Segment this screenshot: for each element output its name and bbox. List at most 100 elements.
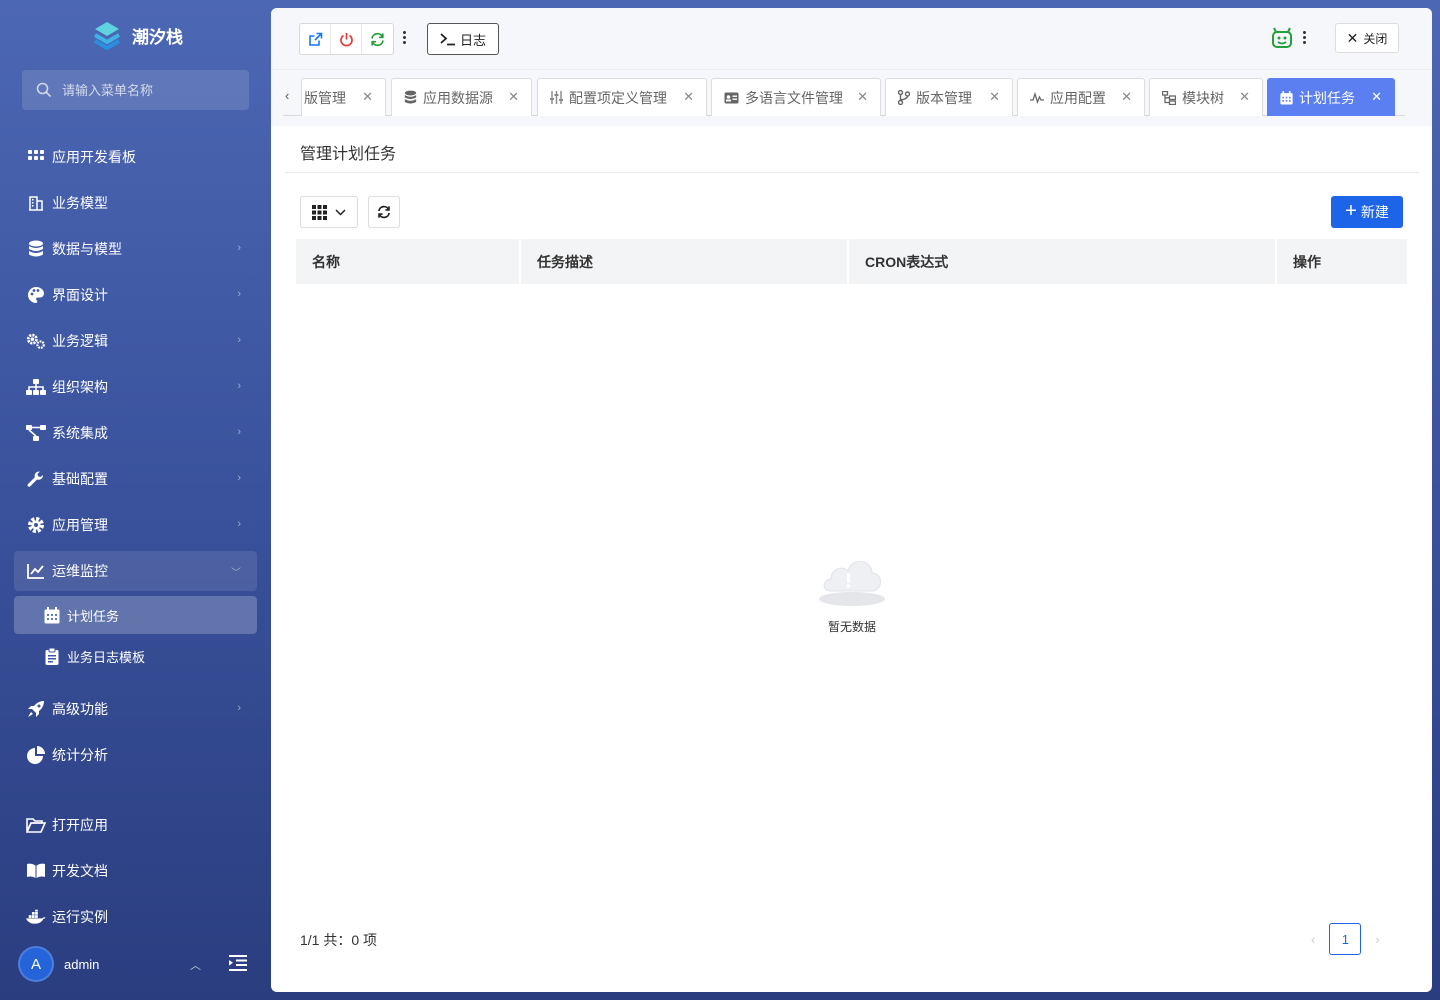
sidebar-item-dev-docs[interactable]: 开发文档 — [14, 851, 257, 891]
chevron-left-icon[interactable]: ‹ — [285, 88, 289, 103]
chevron-right-icon: › — [237, 702, 241, 714]
wrench-icon — [26, 469, 46, 489]
refresh-button[interactable] — [368, 196, 400, 228]
column-header-description[interactable]: 任务描述 — [521, 239, 849, 284]
database-icon — [404, 90, 417, 105]
sidebar-item-organization[interactable]: 组织架构 › — [14, 367, 257, 407]
next-page-icon[interactable]: › — [1375, 932, 1379, 947]
sidebar-item-label: 开发文档 — [52, 863, 108, 879]
sidebar-item-statistics[interactable]: 统计分析 — [14, 735, 257, 775]
sidebar-subitem-business-log-template[interactable]: 业务日志模板 — [14, 637, 257, 675]
column-settings-dropdown[interactable] — [300, 196, 358, 228]
tab-app-datasource[interactable]: 应用数据源 ✕ — [391, 78, 532, 116]
tab-label: 多语言文件管理 — [745, 89, 843, 106]
tree-icon — [1162, 90, 1176, 105]
close-icon[interactable]: ✕ — [508, 89, 519, 105]
grid-icon — [26, 147, 46, 167]
sidebar-item-label: 组织架构 — [52, 379, 108, 395]
sidebar-item-ops-monitoring[interactable]: 运维监控 ﹀ — [14, 551, 257, 591]
column-header-actions[interactable]: 操作 — [1277, 239, 1407, 284]
sidebar-item-data-model[interactable]: 数据与模型 › — [14, 229, 257, 269]
tab-label: 配置项定义管理 — [569, 89, 667, 106]
gear-icon — [26, 515, 46, 535]
refresh-icon — [378, 205, 390, 219]
menu-search-input[interactable] — [62, 82, 242, 98]
close-icon[interactable]: ✕ — [1121, 89, 1132, 105]
column-header-cron[interactable]: CRON表达式 — [849, 239, 1277, 284]
sidebar-item-business-logic[interactable]: 业务逻辑 › — [14, 321, 257, 361]
close-icon[interactable]: ✕ — [1371, 89, 1382, 105]
id-card-icon — [724, 92, 739, 104]
sidebar-item-app-management[interactable]: 应用管理 › — [14, 505, 257, 545]
sidebar-subitem-scheduled-tasks[interactable]: 计划任务 — [14, 596, 257, 634]
main-panel: 日志 ✕ 关闭 ‹ 版管理 ✕ 应用数据源 ✕ 配置项定义管理 ✕ 多语言文件管… — [271, 8, 1432, 992]
open-external-button[interactable] — [300, 24, 331, 54]
sidebar-item-label: 运行实例 — [52, 909, 108, 925]
close-icon[interactable]: ✕ — [989, 89, 1000, 105]
close-icon[interactable]: ✕ — [362, 89, 373, 105]
sidebar-item-system-integration[interactable]: 系统集成 › — [14, 413, 257, 453]
more-options-icon[interactable] — [1299, 31, 1309, 44]
close-icon[interactable]: ✕ — [683, 89, 694, 105]
power-button[interactable] — [331, 24, 362, 54]
sidebar-item-advanced[interactable]: 高级功能 › — [14, 689, 257, 729]
tab-i18n-files[interactable]: 多语言文件管理 ✕ — [711, 78, 881, 116]
chart-line-icon — [26, 561, 46, 581]
tab-version-management[interactable]: 版本管理 ✕ — [885, 78, 1013, 116]
chevron-right-icon: › — [237, 426, 241, 438]
chevron-down-icon: ﹀ — [231, 568, 241, 579]
table-header: 名称 任务描述 CRON表达式 操作 — [296, 239, 1407, 284]
sidebar-item-label: 基础配置 — [52, 471, 108, 487]
menu-search[interactable] — [22, 70, 249, 110]
page-number-button[interactable]: 1 — [1329, 923, 1362, 955]
column-header-name[interactable]: 名称 — [296, 239, 521, 284]
sidebar-item-business-model[interactable]: 业务模型 — [14, 183, 257, 223]
sidebar-item-label: 数据与模型 — [52, 241, 122, 257]
folder-open-icon — [26, 815, 46, 835]
app-name: 潮汐栈 — [132, 27, 183, 47]
collapse-sidebar-icon[interactable] — [229, 955, 247, 976]
record-count: 1/1 共：0 项 — [300, 932, 378, 948]
app-logo[interactable]: 潮汐栈 — [90, 18, 183, 52]
sidebar-item-app-dashboard[interactable]: 应用开发看板 — [14, 137, 257, 177]
grid-icon — [312, 204, 327, 220]
chevron-up-icon[interactable]: ︿ — [190, 957, 201, 973]
tab-scheduled-tasks[interactable]: 计划任务 ✕ — [1267, 78, 1395, 116]
chevron-right-icon: › — [237, 518, 241, 530]
integration-icon — [26, 423, 46, 443]
sync-icon — [371, 32, 384, 46]
tab-module-tree[interactable]: 模块树 ✕ — [1149, 78, 1263, 116]
external-link-icon — [308, 32, 322, 46]
sidebar-item-label: 系统集成 — [52, 425, 108, 441]
more-options-icon[interactable] — [399, 31, 409, 44]
palette-icon — [26, 285, 46, 305]
toolbar: 日志 ✕ 关闭 — [271, 8, 1432, 70]
branch-icon — [898, 90, 910, 105]
tab-config-definition[interactable]: 配置项定义管理 ✕ — [537, 78, 707, 116]
sidebar-item-running-instances[interactable]: 运行实例 — [14, 897, 257, 937]
power-icon — [339, 32, 353, 46]
sidebar-item-label: 应用开发看板 — [52, 149, 136, 165]
new-button-label: 新建 — [1360, 204, 1389, 220]
tab-app-config[interactable]: 应用配置 ✕ — [1017, 78, 1145, 116]
log-button[interactable]: 日志 — [427, 23, 500, 55]
tab-version-management-partial[interactable]: 版管理 ✕ — [301, 78, 386, 116]
close-icon[interactable]: ✕ — [857, 89, 868, 105]
search-icon — [36, 82, 52, 98]
new-button[interactable]: + 新建 — [1331, 196, 1403, 228]
sidebar-item-basic-config[interactable]: 基础配置 › — [14, 459, 257, 499]
sidebar-item-ui-design[interactable]: 界面设计 › — [14, 275, 257, 315]
user-profile[interactable]: A admin — [18, 946, 99, 982]
close-icon[interactable]: ✕ — [1239, 89, 1250, 105]
tab-label: 版管理 — [304, 89, 346, 106]
docker-icon — [26, 907, 46, 927]
sidebar-item-open-app[interactable]: 打开应用 — [14, 805, 257, 845]
log-button-label: 日志 — [460, 32, 487, 48]
close-button[interactable]: ✕ 关闭 — [1335, 23, 1399, 53]
sidebar: 潮汐栈 应用开发看板 业务模型 数据与模型 › 界面设计 › 业务逻辑 › 组织… — [0, 0, 271, 1000]
sync-button[interactable] — [362, 24, 393, 54]
android-icon[interactable] — [1271, 27, 1293, 54]
sidebar-subitem-label: 业务日志模板 — [67, 649, 146, 665]
tab-label: 计划任务 — [1299, 89, 1355, 106]
prev-page-icon[interactable]: ‹ — [1311, 932, 1315, 947]
